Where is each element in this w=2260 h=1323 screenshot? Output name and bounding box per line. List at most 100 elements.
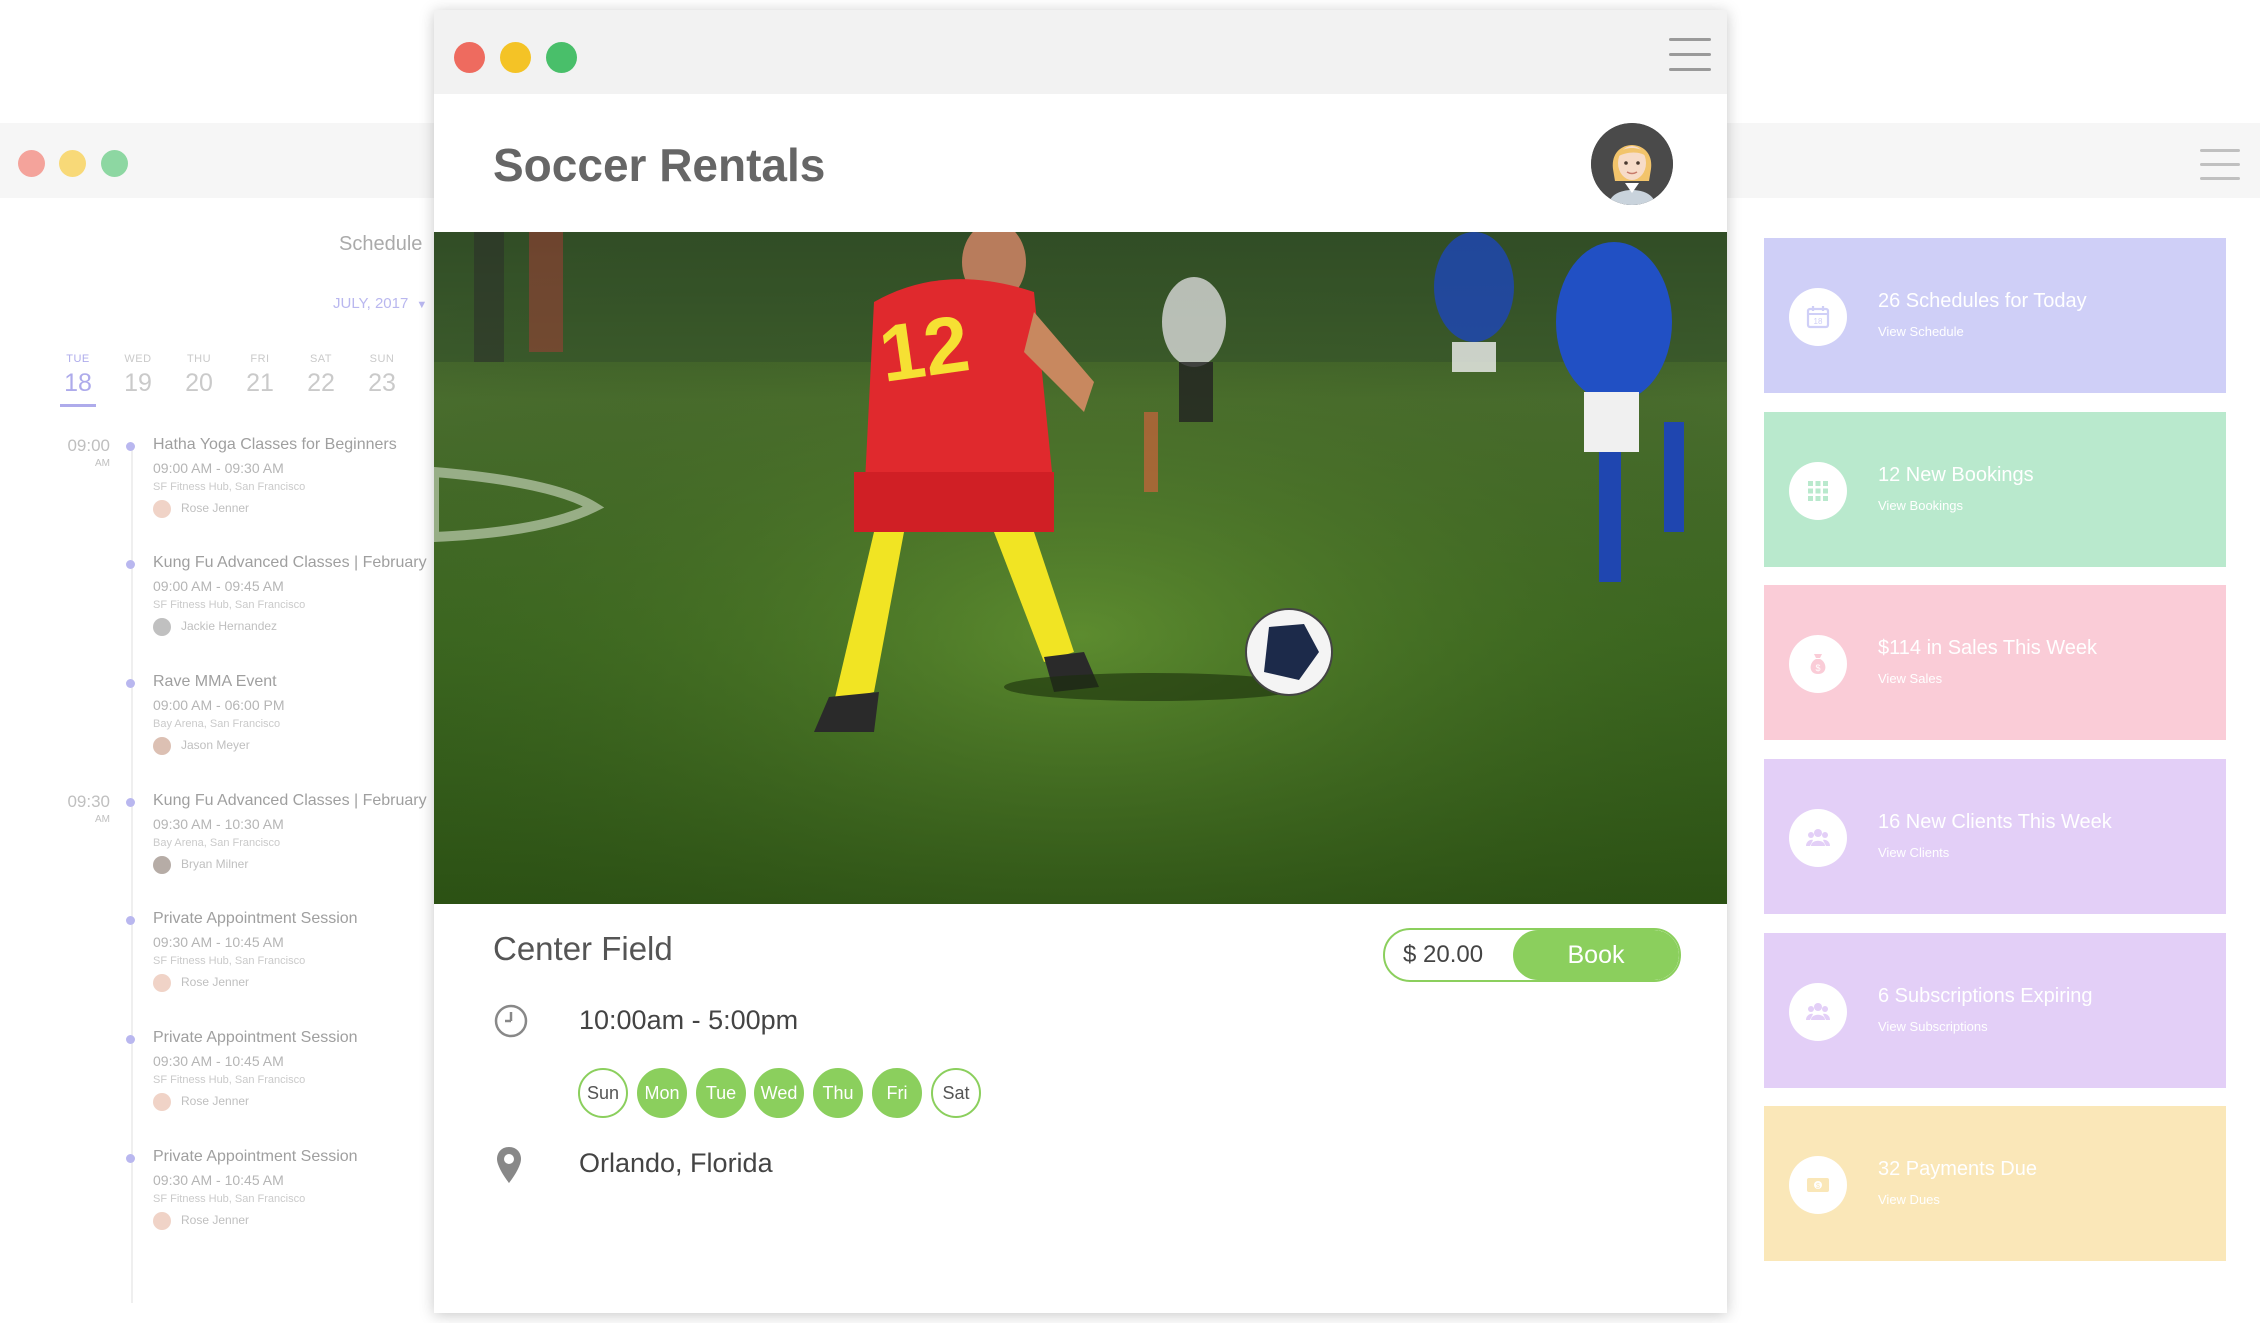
avatar xyxy=(153,1093,171,1111)
grid-icon xyxy=(1789,462,1847,520)
book-button[interactable]: Book xyxy=(1513,930,1679,980)
time-ampm: AM xyxy=(95,814,110,825)
svg-text:12: 12 xyxy=(874,298,975,399)
stat-card-link[interactable]: View Dues xyxy=(1878,1192,1940,1207)
day-tab[interactable]: TUE 18 xyxy=(56,353,100,407)
people-icon xyxy=(1789,809,1847,867)
instructor-name: Rose Jenner xyxy=(181,1094,250,1109)
event-time: 09:30 AM - 10:45 AM xyxy=(153,1053,284,1069)
schedule-title: Schedule xyxy=(339,233,423,255)
stat-card-title: 26 Schedules for Today xyxy=(1878,290,2087,312)
event-title: Kung Fu Advanced Classes | February xyxy=(153,792,427,809)
minimize-window-button[interactable] xyxy=(500,42,531,73)
stat-card-schedules[interactable]: 18 26 Schedules for Today View Schedule xyxy=(1764,238,2226,393)
stat-card-bookings[interactable]: 12 New Bookings View Bookings xyxy=(1764,412,2226,567)
time-ampm: AM xyxy=(95,458,110,469)
day-tab[interactable]: THU 20 xyxy=(177,353,221,398)
location-pin-icon xyxy=(496,1146,522,1184)
location-text: Orlando, Florida xyxy=(579,1148,773,1178)
event-location: SF Fitness Hub, San Francisco xyxy=(153,955,306,967)
month-label: JULY, 2017 xyxy=(333,295,409,312)
event-instructor: Rose Jenner xyxy=(153,500,249,518)
day-chip-fri[interactable]: Fri xyxy=(872,1068,922,1118)
day-number: 20 xyxy=(185,369,213,397)
svg-text:$: $ xyxy=(1816,1183,1820,1190)
instructor-name: Jackie Hernandez xyxy=(181,619,278,634)
stat-card-link[interactable]: View Clients xyxy=(1878,845,1949,860)
event-time: 09:00 AM - 09:45 AM xyxy=(153,578,284,594)
avatar xyxy=(153,1212,171,1230)
stat-card-link[interactable]: View Subscriptions xyxy=(1878,1019,1988,1034)
event-instructor: Bryan Milner xyxy=(153,856,248,874)
calendar-icon: 18 xyxy=(1789,288,1847,346)
event-title: Rave MMA Event xyxy=(153,673,277,690)
maximize-window-button[interactable] xyxy=(546,42,577,73)
soccer-rentals-window: Soccer Rentals 12 Center Field $ 20.00 B… xyxy=(429,10,1727,1313)
day-chip-sun[interactable]: Sun xyxy=(578,1068,628,1118)
event-time: 09:00 AM - 09:30 AM xyxy=(153,460,284,476)
day-number: 21 xyxy=(246,369,274,397)
time-value: 09:30 xyxy=(67,792,110,811)
hours-text: 10:00am - 5:00pm xyxy=(579,1005,799,1035)
day-tab[interactable]: WED 19 xyxy=(116,353,160,398)
event-dot xyxy=(126,679,135,688)
event-location: SF Fitness Hub, San Francisco xyxy=(153,1074,306,1086)
cash-icon: $ xyxy=(1789,1156,1847,1214)
event-time: 09:00 AM - 06:00 PM xyxy=(153,697,285,713)
stat-card-sales[interactable]: $ $114 in Sales This Week View Sales xyxy=(1764,585,2226,740)
event-title: Hatha Yoga Classes for Beginners xyxy=(153,436,397,453)
stat-card-title: 12 New Bookings xyxy=(1878,464,2034,486)
stat-card-subscriptions[interactable]: 6 Subscriptions Expiring View Subscripti… xyxy=(1764,933,2226,1088)
day-number: 18 xyxy=(64,369,92,397)
day-name: THU xyxy=(186,353,212,365)
field-name: Center Field xyxy=(493,930,673,967)
event-instructor: Rose Jenner xyxy=(153,974,249,992)
user-avatar[interactable] xyxy=(1591,123,1673,205)
stat-card-link[interactable]: View Schedule xyxy=(1878,324,1964,339)
page-title: Soccer Rentals xyxy=(493,139,826,191)
event-location: Bay Arena, San Francisco xyxy=(153,837,281,849)
event-time: 09:30 AM - 10:45 AM xyxy=(153,1172,284,1188)
hamburger-menu-icon[interactable] xyxy=(2200,149,2240,191)
event-dot xyxy=(126,1154,135,1163)
event-title: Private Appointment Session xyxy=(153,910,358,927)
avatar xyxy=(153,618,171,636)
close-window-button[interactable] xyxy=(18,150,45,177)
stat-card-clients[interactable]: 16 New Clients This Week View Clients xyxy=(1764,759,2226,914)
stat-card-payments[interactable]: $ 32 Payments Due View Dues xyxy=(1764,1106,2226,1261)
day-chip-sat[interactable]: Sat xyxy=(931,1068,981,1118)
event-dot xyxy=(126,560,135,569)
event-title: Private Appointment Session xyxy=(153,1148,358,1165)
day-chip-thu[interactable]: Thu xyxy=(813,1068,863,1118)
close-window-button[interactable] xyxy=(454,42,485,73)
day-number: 19 xyxy=(124,369,152,397)
price-book-control: $ 20.00 Book xyxy=(1383,928,1681,982)
active-day-indicator xyxy=(60,404,96,407)
event-instructor: Rose Jenner xyxy=(153,1212,249,1230)
day-tab[interactable]: SUN 23 xyxy=(360,353,404,398)
event-title: Kung Fu Advanced Classes | February xyxy=(153,554,427,571)
month-selector[interactable]: JULY, 2017 ▼ xyxy=(333,295,427,312)
timeline-line xyxy=(131,443,133,1303)
day-chip-wed[interactable]: Wed xyxy=(754,1068,804,1118)
maximize-window-button[interactable] xyxy=(101,150,128,177)
minimize-window-button[interactable] xyxy=(59,150,86,177)
instructor-name: Jason Meyer xyxy=(181,738,250,753)
event-location: Bay Arena, San Francisco xyxy=(153,718,281,730)
day-tab[interactable]: SAT 22 xyxy=(299,353,343,398)
event-dot xyxy=(126,798,135,807)
instructor-name: Rose Jenner xyxy=(181,975,250,990)
day-chip-mon[interactable]: Mon xyxy=(637,1068,687,1118)
day-number: 22 xyxy=(307,369,335,397)
stat-card-link[interactable]: View Sales xyxy=(1878,671,1942,686)
svg-text:18: 18 xyxy=(1814,317,1823,326)
day-tab[interactable]: FRI 21 xyxy=(238,353,282,398)
instructor-name: Bryan Milner xyxy=(181,857,249,872)
stat-card-link[interactable]: View Bookings xyxy=(1878,498,1963,513)
hamburger-menu-icon[interactable] xyxy=(1669,38,1711,83)
event-time: 09:30 AM - 10:30 AM xyxy=(153,816,284,832)
money-bag-icon: $ xyxy=(1789,635,1847,693)
event-location: SF Fitness Hub, San Francisco xyxy=(153,481,306,493)
day-chip-tue[interactable]: Tue xyxy=(696,1068,746,1118)
event-dot xyxy=(126,442,135,451)
